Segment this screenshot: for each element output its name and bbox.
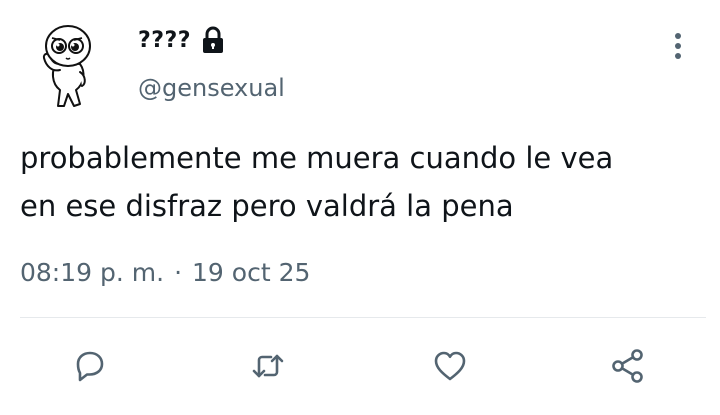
share-icon [612,349,643,383]
like-button[interactable] [426,342,474,390]
lock-icon [199,25,227,55]
tweet-date[interactable]: 19 oct 25 [192,258,310,287]
divider [20,317,706,318]
heart-icon [434,351,466,381]
avatar-drawing [42,25,91,107]
reply-button[interactable] [66,342,114,390]
avatar[interactable] [30,14,108,114]
retweet-icon [252,354,284,378]
retweet-button[interactable] [244,342,292,390]
tweet-timestamp: 08:19 p. m. · 19 oct 25 [20,258,310,287]
share-button[interactable] [604,342,652,390]
meta-separator: · [174,258,183,287]
action-bar [0,342,720,390]
display-name[interactable]: ???? [138,28,191,53]
user-handle[interactable]: @gensexual [138,74,285,102]
tweet-time[interactable]: 08:19 p. m. [20,258,164,287]
tweet-card: ???? @gensexual probablemente me muera c… [0,0,720,415]
author-row: ???? [138,22,227,58]
more-vertical-icon[interactable] [668,30,688,62]
reply-icon [76,351,104,382]
tweet-text: probablemente me muera cuando le vea en … [20,141,614,223]
